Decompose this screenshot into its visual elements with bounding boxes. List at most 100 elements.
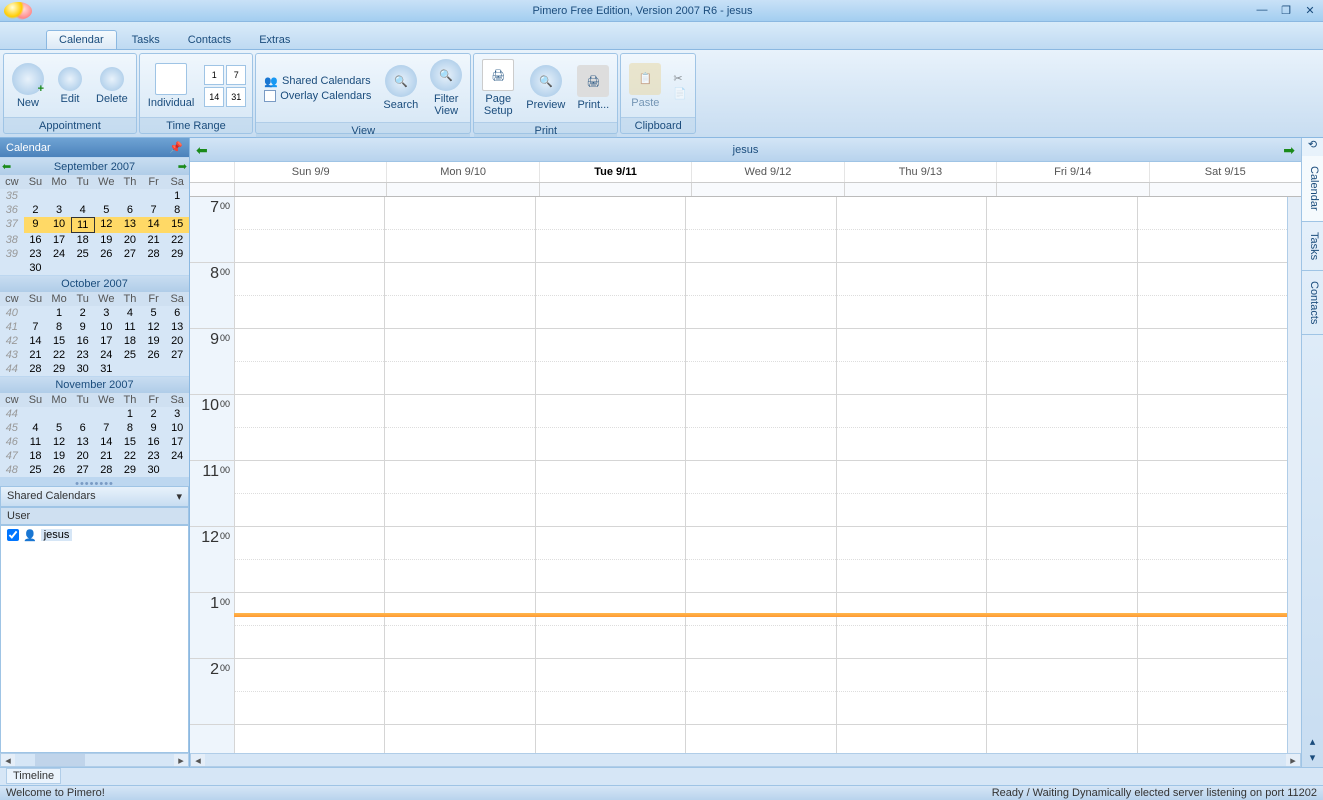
day-cell[interactable]: 22 — [118, 449, 142, 463]
cut-button[interactable]: ✂ — [673, 72, 687, 85]
timeline-button[interactable]: Timeline — [6, 768, 61, 784]
day-cell[interactable]: 23 — [142, 449, 166, 463]
day-cell[interactable]: 30 — [24, 261, 48, 275]
day-cell[interactable]: 17 — [165, 435, 189, 449]
day-cell[interactable] — [165, 463, 189, 477]
day-cell[interactable]: 10 — [95, 320, 119, 334]
scroll-left-icon[interactable]: ◂ — [1, 754, 15, 766]
day-header[interactable]: Sun 9/9 — [234, 162, 386, 182]
day-cell[interactable] — [118, 261, 142, 275]
day-cell[interactable]: 29 — [165, 247, 189, 261]
close-button[interactable]: ✕ — [1301, 4, 1319, 18]
day-cell[interactable]: 28 — [24, 362, 48, 376]
day-cell[interactable]: 27 — [165, 348, 189, 362]
scroll-right-icon[interactable]: ▸ — [1286, 754, 1300, 766]
day-header[interactable]: Fri 9/14 — [996, 162, 1148, 182]
day-header[interactable]: Thu 9/13 — [844, 162, 996, 182]
day-cell[interactable]: 17 — [95, 334, 119, 348]
splitter[interactable]: •••••••• — [0, 478, 189, 486]
day-cell[interactable]: 20 — [118, 233, 142, 247]
day-cell[interactable] — [47, 189, 71, 203]
day-cell[interactable]: 25 — [71, 247, 95, 261]
day-header[interactable]: Mon 9/10 — [386, 162, 538, 182]
vtab-contacts[interactable]: Contacts — [1302, 271, 1323, 335]
vtab-down-icon[interactable]: ▾ — [1302, 751, 1323, 767]
day-cell[interactable]: 27 — [118, 247, 142, 261]
day-cell[interactable] — [47, 261, 71, 275]
day-cell[interactable]: 19 — [142, 334, 166, 348]
day-cell[interactable]: 27 — [71, 463, 95, 477]
day-cell[interactable] — [142, 362, 166, 376]
day-cell[interactable]: 20 — [165, 334, 189, 348]
day-column[interactable] — [384, 197, 534, 753]
day-cell[interactable]: 22 — [47, 348, 71, 362]
range-7-button[interactable]: 7 — [226, 65, 246, 85]
pin-icon[interactable]: 📌 — [169, 141, 183, 154]
day-cell[interactable]: 17 — [47, 233, 71, 247]
day-cell[interactable] — [24, 407, 48, 421]
day-cell[interactable]: 1 — [165, 189, 189, 203]
day-cell[interactable]: 24 — [165, 449, 189, 463]
day-cell[interactable]: 29 — [118, 463, 142, 477]
day-header[interactable]: Sat 9/15 — [1149, 162, 1301, 182]
tab-tasks[interactable]: Tasks — [119, 30, 173, 49]
day-cell[interactable] — [95, 407, 119, 421]
day-cell[interactable]: 26 — [142, 348, 166, 362]
calendar-hscroll[interactable]: ◂ ▸ — [190, 753, 1301, 767]
preview-button[interactable]: 🔍 Preview — [520, 62, 571, 114]
day-cell[interactable]: 2 — [71, 306, 95, 320]
day-cell[interactable]: 9 — [71, 320, 95, 334]
vertical-scrollbar[interactable] — [1287, 197, 1301, 753]
prev-month-button[interactable]: ⬅ — [2, 160, 11, 173]
day-cell[interactable]: 14 — [95, 435, 119, 449]
day-cell[interactable]: 7 — [142, 203, 166, 217]
day-cell[interactable]: 4 — [24, 421, 48, 435]
day-cell[interactable]: 8 — [118, 421, 142, 435]
day-cell[interactable]: 20 — [71, 449, 95, 463]
allday-cell[interactable] — [691, 183, 843, 196]
day-cell[interactable]: 12 — [142, 320, 166, 334]
day-cell[interactable]: 19 — [95, 233, 119, 247]
minimize-button[interactable]: — — [1253, 4, 1271, 18]
day-header[interactable]: Wed 9/12 — [691, 162, 843, 182]
day-cell[interactable]: 15 — [118, 435, 142, 449]
page-setup-button[interactable]: 🖨 Page Setup — [476, 56, 520, 120]
day-cell[interactable]: 21 — [142, 233, 166, 247]
day-cell[interactable]: 8 — [47, 320, 71, 334]
day-cell[interactable]: 7 — [24, 320, 48, 334]
day-cell[interactable]: 11 — [118, 320, 142, 334]
day-cell[interactable]: 5 — [142, 306, 166, 320]
edit-button[interactable]: Edit — [50, 64, 90, 108]
day-cell[interactable]: 5 — [95, 203, 119, 217]
range-1-button[interactable]: 1 — [204, 65, 224, 85]
day-cell[interactable]: 6 — [118, 203, 142, 217]
scroll-right-icon[interactable]: ▸ — [174, 754, 188, 766]
user-checkbox[interactable] — [7, 529, 19, 541]
day-cell[interactable]: 9 — [142, 421, 166, 435]
tab-calendar[interactable]: Calendar — [46, 30, 117, 49]
maximize-button[interactable]: ❐ — [1277, 4, 1295, 18]
day-cell[interactable]: 21 — [24, 348, 48, 362]
day-cell[interactable]: 7 — [95, 421, 119, 435]
day-cell[interactable] — [24, 306, 48, 320]
day-column[interactable] — [535, 197, 685, 753]
day-cell[interactable]: 23 — [24, 247, 48, 261]
day-cell[interactable]: 11 — [71, 217, 95, 233]
day-cell[interactable] — [165, 261, 189, 275]
day-cell[interactable]: 16 — [142, 435, 166, 449]
range-14-button[interactable]: 14 — [204, 87, 224, 107]
day-cell[interactable]: 18 — [24, 449, 48, 463]
shared-calendars-header[interactable]: Shared Calendars ▾ — [0, 486, 189, 507]
day-cell[interactable] — [95, 189, 119, 203]
day-cell[interactable]: 28 — [95, 463, 119, 477]
day-column[interactable] — [1137, 197, 1287, 753]
day-cell[interactable] — [71, 189, 95, 203]
day-cell[interactable]: 4 — [71, 203, 95, 217]
sidebar-hscroll[interactable]: ◂ ▸ — [0, 753, 189, 767]
day-cell[interactable] — [142, 189, 166, 203]
day-cell[interactable]: 9 — [24, 217, 48, 233]
copy-button[interactable]: 📄 — [673, 87, 687, 100]
range-31-button[interactable]: 31 — [226, 87, 246, 107]
day-cell[interactable]: 11 — [24, 435, 48, 449]
day-cell[interactable]: 3 — [165, 407, 189, 421]
